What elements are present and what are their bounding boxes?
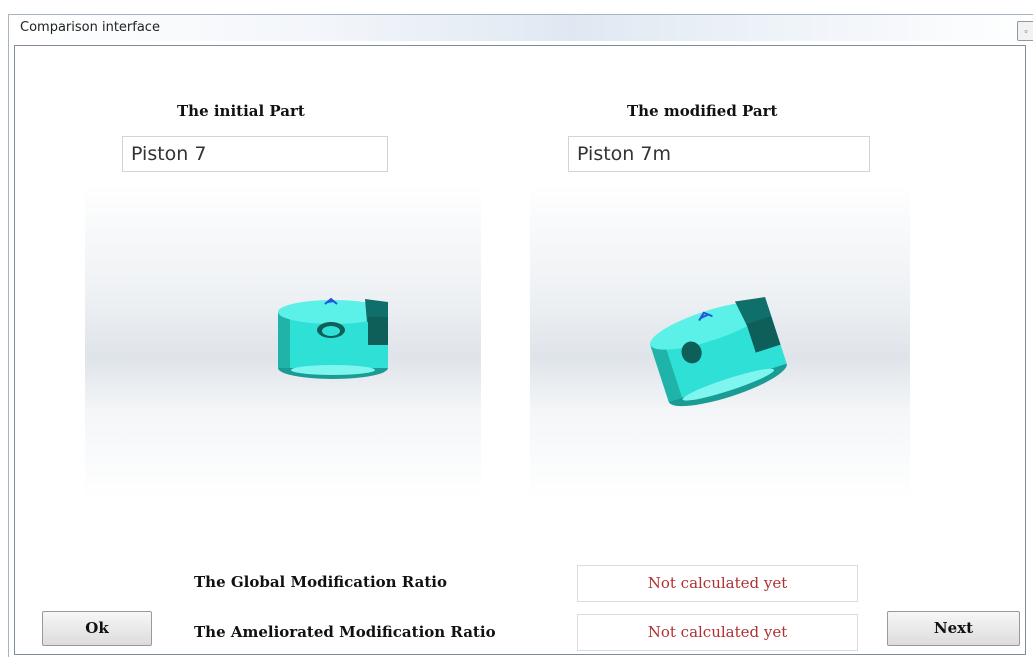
title-bar[interactable]: Comparison interface ▫ xyxy=(9,15,1033,41)
global-ratio-value: Not calculated yet xyxy=(577,565,858,602)
initial-part-viewport[interactable] xyxy=(85,184,481,500)
modified-part-heading: The modified Part xyxy=(627,102,778,120)
next-button[interactable]: Next xyxy=(887,611,1020,646)
ameliorated-ratio-label: The Ameliorated Modification Ratio xyxy=(194,623,496,641)
global-ratio-label: The Global Modification Ratio xyxy=(194,573,447,591)
modified-part-viewport[interactable] xyxy=(530,184,910,500)
piston-part-3d-icon xyxy=(278,297,388,379)
restore-icon[interactable]: ▫ xyxy=(1017,21,1033,41)
comparison-panel: The initial Part Piston 7 The modified P… xyxy=(14,45,1026,655)
comparison-window: Comparison interface ▫ The initial Part … xyxy=(8,14,1033,657)
ok-button[interactable]: Ok xyxy=(42,611,152,646)
modified-part-name-field[interactable]: Piston 7m xyxy=(568,136,870,172)
initial-part-name-field[interactable]: Piston 7 xyxy=(122,136,388,172)
piston-part-3d-icon xyxy=(650,297,787,407)
window-title: Comparison interface xyxy=(20,20,160,35)
ameliorated-ratio-value: Not calculated yet xyxy=(577,614,858,651)
initial-part-heading: The initial Part xyxy=(177,102,305,120)
